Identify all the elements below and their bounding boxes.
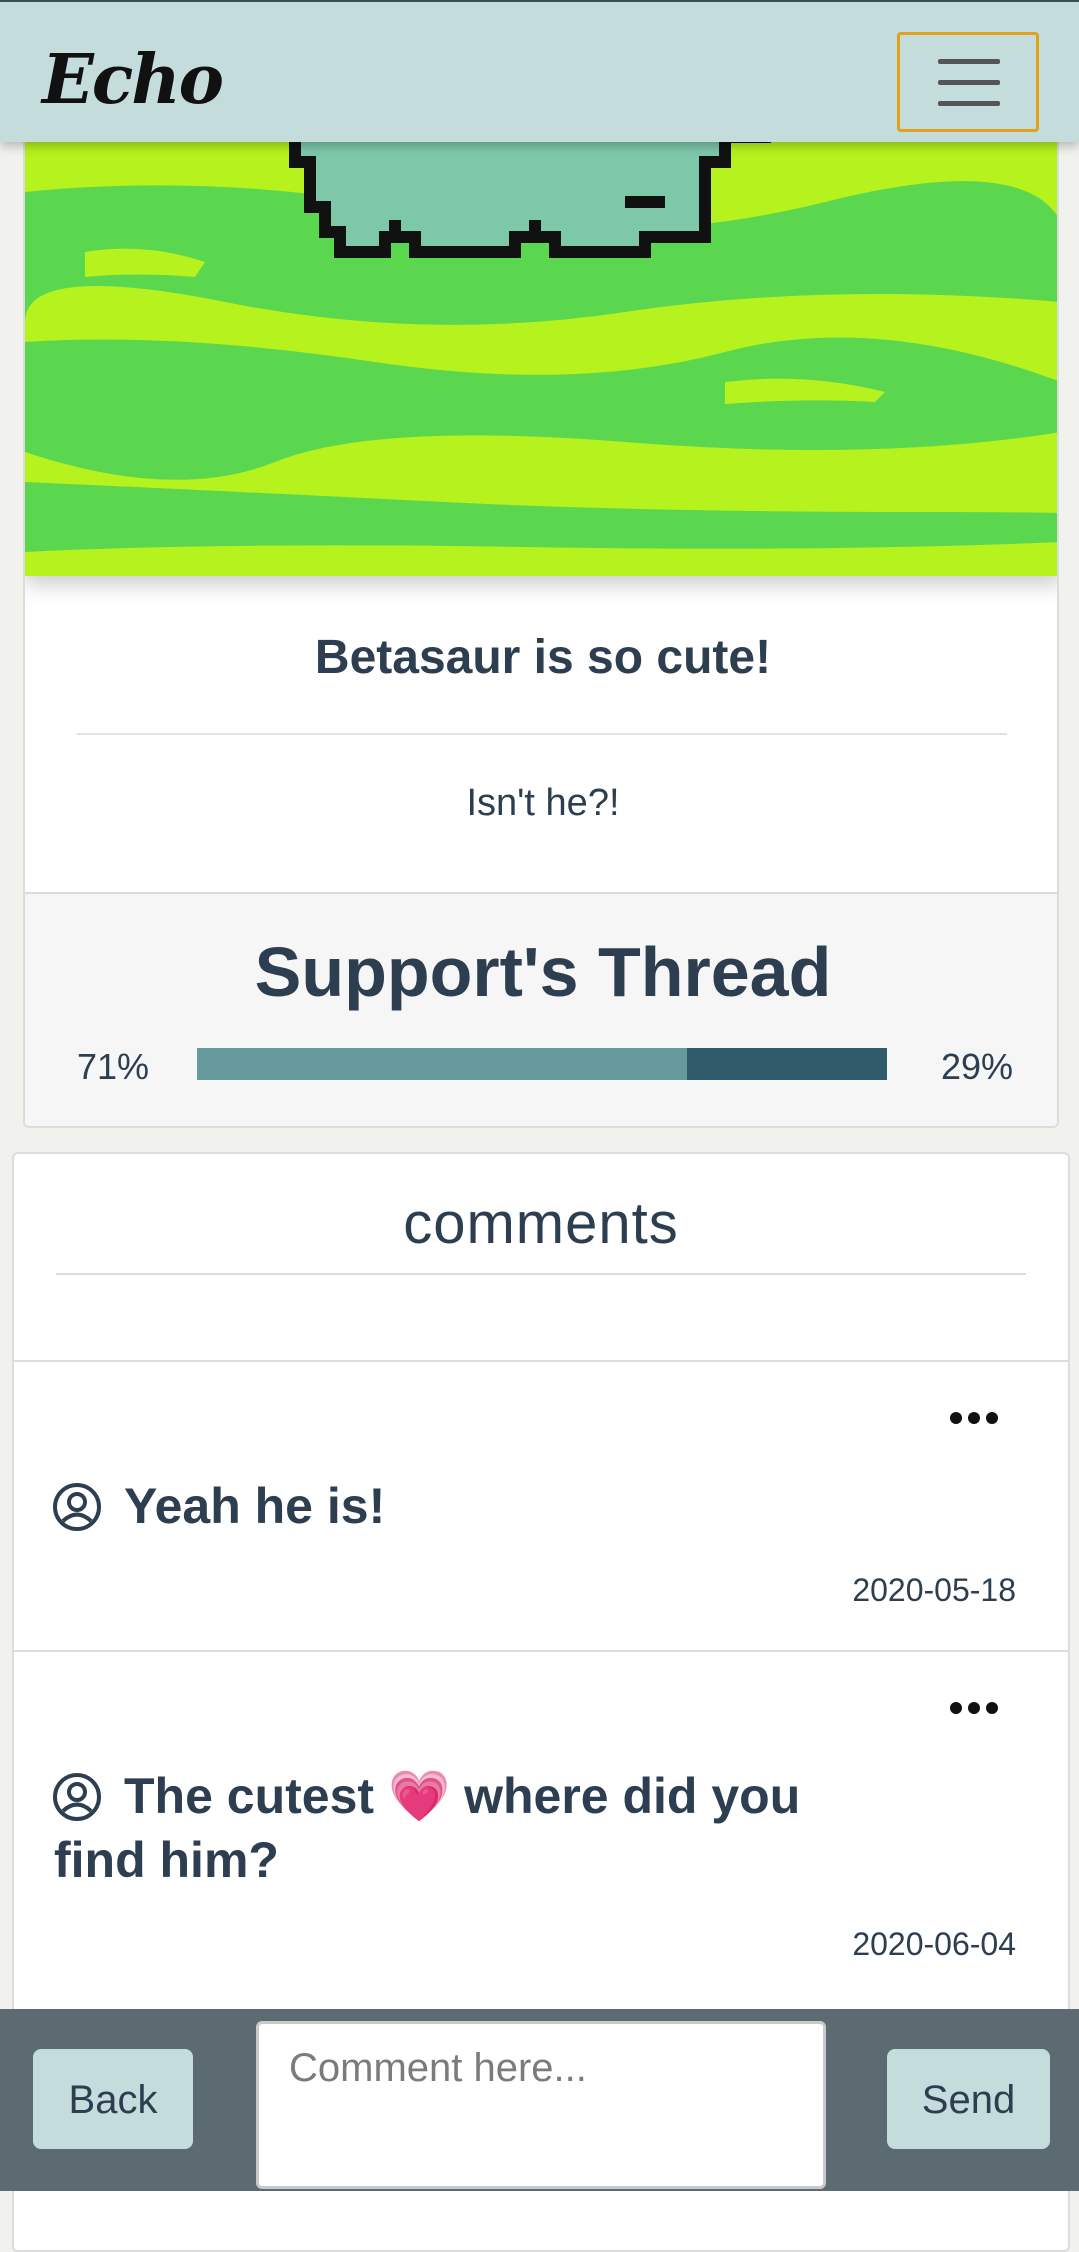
brand-logo[interactable]: Echo: [42, 40, 224, 120]
post-card: Betasaur is so cute! Isn't he?! Support'…: [23, 100, 1059, 1128]
hamburger-icon-bar-bottom: [938, 101, 1000, 106]
send-button[interactable]: Send: [887, 2049, 1050, 2149]
comment-item: Yeah he is! 2020-05-18: [14, 1360, 1068, 1650]
menu-toggle-button[interactable]: [897, 32, 1039, 132]
comment-text: Yeah he is!: [124, 1478, 386, 1534]
divider: [56, 1273, 1026, 1275]
support-segment: [197, 1048, 687, 1080]
oppose-percent: 29%: [940, 1046, 1013, 1087]
hamburger-icon-bar-top: [938, 59, 1000, 64]
comments-heading: comments: [403, 1191, 679, 1256]
comment-item: The cutest 💗 where did you find him? 202…: [14, 1650, 1068, 2012]
comment-date: 2020-05-18: [852, 1572, 1016, 1608]
more-options-icon[interactable]: [950, 1410, 998, 1426]
hamburger-icon-bar-middle: [938, 80, 1000, 85]
back-button[interactable]: Back: [33, 2049, 193, 2149]
oppose-segment: [686, 1048, 887, 1080]
support-percent: 71%: [77, 1046, 150, 1087]
post-image: [25, 102, 1057, 576]
post-title: Betasaur is so cute!: [314, 631, 772, 684]
post-body: Isn't he?!: [466, 782, 620, 824]
support-progress-bar: [197, 1048, 887, 1080]
thread-footer: Support's Thread 71% 29%: [25, 892, 1057, 1126]
comment-text: The cutest 💗 where did you find him?: [54, 1768, 801, 1888]
navbar: Echo: [0, 0, 1079, 142]
bottom-comment-bar: Back Send: [0, 2009, 1079, 2191]
more-options-icon[interactable]: [950, 1700, 998, 1716]
comment-input[interactable]: [256, 2021, 826, 2189]
divider: [77, 733, 1007, 735]
comment-date: 2020-06-04: [852, 1926, 1016, 1962]
thread-title: Support's Thread: [254, 933, 832, 1011]
